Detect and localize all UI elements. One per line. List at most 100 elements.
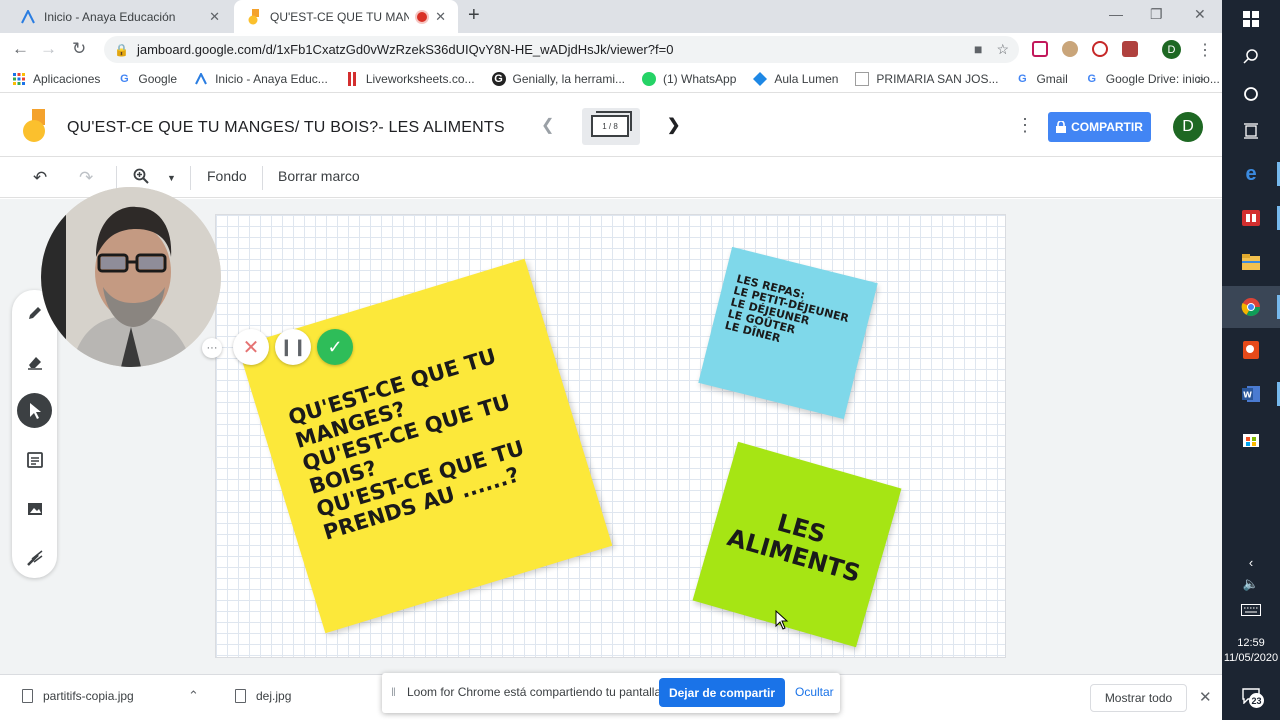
system-clock[interactable]: 12:59 11/05/2020 xyxy=(1222,636,1280,666)
more-options-icon[interactable]: ⋮ xyxy=(1016,115,1034,136)
extension-pocket-icon[interactable] xyxy=(1032,41,1048,57)
stop-sharing-button[interactable]: Dejar de compartir xyxy=(659,678,785,707)
page-title[interactable]: QU'EST-CE QUE TU MANGES/ TU BOIS?- LES A… xyxy=(67,119,505,137)
bookmark-primaria[interactable]: PRIMARIA SAN JOS... xyxy=(855,71,999,86)
bookmark-aula-lumen[interactable]: Aula Lumen xyxy=(753,71,838,86)
bookmark-anaya[interactable]: Inicio - Anaya Educ... xyxy=(194,72,328,86)
bookmark-gmail[interactable]: G Gmail xyxy=(1015,72,1068,86)
liveworksheets-icon xyxy=(345,71,359,86)
screen-sharing-bar: ‖ Loom for Chrome está compartiendo tu p… xyxy=(382,673,840,713)
cancel-recording-icon[interactable]: ✕ xyxy=(233,329,269,365)
more-bookmarks-icon[interactable]: » xyxy=(1197,71,1204,86)
toolbar-divider xyxy=(190,166,191,190)
extension-cookie-icon[interactable] xyxy=(1062,41,1078,57)
jamboard-logo-icon xyxy=(23,109,45,142)
recording-more-icon[interactable]: ··· xyxy=(202,338,222,358)
hide-button[interactable]: Ocultar xyxy=(795,685,834,699)
close-tab-icon[interactable]: ✕ xyxy=(209,9,220,25)
undo-icon[interactable]: ↶ xyxy=(33,168,47,188)
jamboard-toolbar: ↶ ↷ ▼ Fondo Borrar marco xyxy=(0,158,1222,198)
zoom-dropdown-icon[interactable]: ▼ xyxy=(167,173,176,183)
tool-rail xyxy=(12,290,57,578)
frame-indicator: 1 / 8 xyxy=(591,115,629,137)
download-filename: partitifs-copia.jpg xyxy=(43,689,134,703)
download-item[interactable]: dej.jpg xyxy=(235,689,291,703)
bookmark-whatsapp[interactable]: (1) WhatsApp xyxy=(642,71,737,86)
share-button[interactable]: COMPARTIR xyxy=(1048,112,1151,142)
forward-icon[interactable]: → xyxy=(40,39,57,59)
browser-tab-strip: Inicio - Anaya Educación ✕ QU'EST-CE QUE… xyxy=(0,0,1222,33)
camera-icon[interactable]: ■ xyxy=(974,41,982,58)
image-file-icon xyxy=(22,689,33,703)
close-shelf-icon[interactable]: ✕ xyxy=(1199,688,1212,706)
show-all-downloads-button[interactable]: Mostrar todo xyxy=(1090,684,1187,712)
tab-anaya[interactable]: Inicio - Anaya Educación ✕ xyxy=(8,0,232,33)
bookmark-google[interactable]: G Google xyxy=(117,72,177,86)
anaya-icon xyxy=(194,72,208,86)
edge-icon[interactable]: e xyxy=(1239,162,1280,186)
eraser-icon[interactable] xyxy=(17,344,52,379)
bookmark-apps[interactable]: Aplicaciones xyxy=(12,72,100,86)
address-bar[interactable]: 🔒 jamboard.google.com/d/1xFb1CxatzGd0vWz… xyxy=(104,36,1019,63)
tab-jamboard[interactable]: QU'EST-CE QUE TU MANGES ✕ xyxy=(234,0,458,33)
minimize-icon[interactable]: — xyxy=(1109,6,1123,22)
svg-text:W: W xyxy=(1243,391,1252,400)
chrome-icon[interactable] xyxy=(1239,295,1280,319)
account-avatar[interactable]: D xyxy=(1173,112,1203,142)
show-hidden-icons-icon[interactable]: ‹ xyxy=(1239,550,1263,574)
finish-recording-icon[interactable]: ✓ xyxy=(317,329,353,365)
select-icon[interactable] xyxy=(17,393,52,428)
previous-frame-icon[interactable]: ❮ xyxy=(541,115,554,135)
url-text: jamboard.google.com/d/1xFb1CxatzGd0vWzRz… xyxy=(136,42,674,57)
keyboard-icon[interactable] xyxy=(1239,598,1263,622)
chrome-menu-icon[interactable]: ⋮ xyxy=(1197,40,1213,60)
chevron-up-icon[interactable]: ⌃ xyxy=(188,688,199,704)
search-icon[interactable] xyxy=(1239,44,1263,68)
window-close-icon[interactable]: ✕ xyxy=(1194,6,1206,23)
toolbar-divider xyxy=(262,166,263,190)
close-tab-icon[interactable]: ✕ xyxy=(435,9,446,25)
mouse-cursor-icon xyxy=(775,610,789,630)
drag-handle-icon[interactable]: ‖ xyxy=(391,685,396,699)
word-icon[interactable]: W xyxy=(1239,382,1280,406)
frame-selector[interactable]: 1 / 8 xyxy=(582,108,640,145)
extension-loom-icon[interactable] xyxy=(1092,41,1108,57)
webcam-bubble[interactable] xyxy=(41,187,221,367)
volume-icon[interactable]: 🔈 xyxy=(1239,572,1263,596)
bookmark-label: (1) WhatsApp xyxy=(663,71,737,86)
windows-start-icon[interactable] xyxy=(1239,7,1263,31)
sticky-note-icon[interactable] xyxy=(17,442,52,477)
background-button[interactable]: Fondo xyxy=(207,168,247,184)
zoom-icon[interactable] xyxy=(133,168,149,187)
bookmark-label: Google xyxy=(138,71,178,86)
store-icon[interactable] xyxy=(1239,427,1263,451)
download-item[interactable]: partitifs-copia.jpg xyxy=(22,689,134,703)
tab-title: Inicio - Anaya Educación xyxy=(44,9,176,24)
laser-icon[interactable] xyxy=(17,540,52,575)
restore-icon[interactable]: ❐ xyxy=(1150,6,1163,23)
bookmark-label: PRIMARIA SAN JOS... xyxy=(876,71,999,86)
next-frame-icon[interactable]: ❯ xyxy=(667,115,680,135)
cortana-icon[interactable] xyxy=(1239,82,1263,106)
back-icon[interactable]: ← xyxy=(12,39,29,59)
anaya-icon xyxy=(20,9,36,25)
presentation-app-icon[interactable] xyxy=(1239,338,1263,362)
redo-icon[interactable]: ↷ xyxy=(79,168,93,188)
task-view-icon[interactable] xyxy=(1239,119,1263,143)
bookmark-label: Inicio - Anaya Educ... xyxy=(215,71,328,86)
profile-avatar[interactable]: D xyxy=(1162,40,1181,59)
bookmark-star-icon[interactable]: ☆ xyxy=(996,41,1009,58)
image-icon[interactable] xyxy=(17,491,52,526)
reload-icon[interactable]: ↻ xyxy=(72,39,86,59)
bookmark-genially[interactable]: G Genially, la herrami... xyxy=(491,71,626,86)
file-explorer-icon[interactable] xyxy=(1239,250,1263,274)
extension-pdf-icon[interactable] xyxy=(1122,41,1138,57)
bookmark-label: Genially, la herrami... xyxy=(512,71,626,86)
new-tab-button[interactable]: + xyxy=(468,4,480,27)
bookmark-liveworksheets[interactable]: Liveworksheets.co... xyxy=(345,71,475,86)
reader-app-icon[interactable] xyxy=(1239,206,1280,230)
bookmark-label: Aplicaciones xyxy=(33,71,101,86)
windows-taskbar: e W ‹ 🔈 12:59 11/05/2020 23 xyxy=(1222,0,1280,720)
pause-recording-icon[interactable]: ❙❙ xyxy=(275,329,311,365)
clear-frame-button[interactable]: Borrar marco xyxy=(278,168,360,184)
